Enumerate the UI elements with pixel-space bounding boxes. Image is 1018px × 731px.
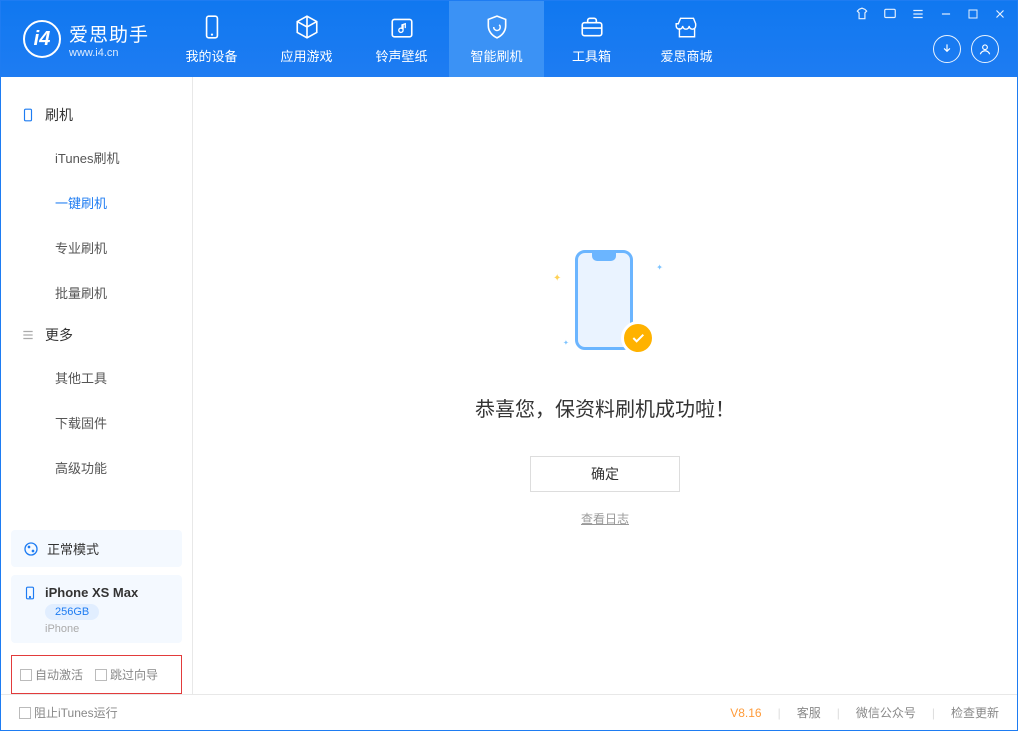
device-card[interactable]: iPhone XS Max 256GB iPhone	[11, 575, 182, 643]
minimize-icon[interactable]	[939, 7, 953, 21]
nav-ringtone-wallpaper[interactable]: 铃声壁纸	[354, 1, 449, 77]
statusbar: 阻止iTunes运行 V8.16 | 客服 | 微信公众号 | 检查更新	[1, 694, 1017, 730]
logo-icon: i4	[23, 20, 61, 58]
navbar: 我的设备 应用游戏 铃声壁纸 智能刷机 工具箱 爱思商城	[164, 1, 734, 77]
toolbox-icon	[579, 14, 605, 40]
nav-smart-flash[interactable]: 智能刷机	[449, 1, 544, 77]
status-card[interactable]: 正常模式	[11, 530, 182, 567]
status-icon	[23, 541, 39, 557]
device-name: iPhone XS Max	[45, 585, 138, 600]
account-button[interactable]	[971, 35, 999, 63]
nav-store[interactable]: 爱思商城	[639, 1, 734, 77]
device-type: iPhone	[45, 623, 170, 635]
window-controls	[855, 7, 1007, 21]
download-button[interactable]	[933, 35, 961, 63]
sparkle-icon: ✦	[553, 273, 561, 284]
check-update-link[interactable]: 检查更新	[951, 704, 999, 721]
logo-area: i4 爱思助手 www.i4.cn	[1, 1, 164, 77]
close-icon[interactable]	[993, 7, 1007, 21]
nav-my-device[interactable]: 我的设备	[164, 1, 259, 77]
checkbox-block-itunes[interactable]: 阻止iTunes运行	[19, 704, 118, 721]
app-url: www.i4.cn	[69, 47, 149, 59]
app-name: 爱思助手	[69, 20, 149, 47]
header-right-circles	[933, 35, 999, 63]
version-label: V8.16	[730, 706, 761, 720]
sidebar-group-more: 更多	[1, 315, 192, 355]
nav-toolbox[interactable]: 工具箱	[544, 1, 639, 77]
checkbox-auto-activate[interactable]: 自动激活	[20, 666, 83, 683]
wechat-link[interactable]: 微信公众号	[856, 704, 916, 721]
music-folder-icon	[389, 14, 415, 40]
sidebar-item-advanced[interactable]: 高级功能	[55, 445, 192, 490]
highlighted-options: 自动激活 跳过向导	[11, 655, 182, 694]
device-icon	[199, 14, 225, 40]
success-illustration: ✦ ✦ ✦	[545, 245, 665, 365]
maximize-icon[interactable]	[967, 8, 979, 20]
device-icon	[23, 586, 37, 600]
feedback-icon[interactable]	[883, 7, 897, 21]
confirm-button[interactable]: 确定	[530, 456, 680, 492]
check-badge-icon	[621, 321, 655, 355]
sidebar-item-pro-flash[interactable]: 专业刷机	[55, 225, 192, 270]
checkbox-skip-guide[interactable]: 跳过向导	[95, 666, 158, 683]
sparkle-icon: ✦	[656, 263, 663, 272]
sidebar-group-flash: 刷机	[1, 95, 192, 135]
sidebar-item-download-firmware[interactable]: 下载固件	[55, 400, 192, 445]
main-content: ✦ ✦ ✦ 恭喜您，保资料刷机成功啦！ 确定 查看日志	[193, 77, 1017, 694]
view-log-link[interactable]: 查看日志	[581, 510, 629, 527]
support-link[interactable]: 客服	[797, 704, 821, 721]
sidebar-item-batch-flash[interactable]: 批量刷机	[55, 270, 192, 315]
nav-apps-games[interactable]: 应用游戏	[259, 1, 354, 77]
list-icon	[21, 328, 35, 342]
device-storage: 256GB	[45, 604, 99, 620]
sidebar-item-itunes-flash[interactable]: iTunes刷机	[55, 135, 192, 180]
shield-refresh-icon	[484, 14, 510, 40]
phone-icon	[21, 108, 35, 122]
cube-icon	[294, 14, 320, 40]
titlebar: i4 爱思助手 www.i4.cn 我的设备 应用游戏 铃声壁纸 智能刷机 工具…	[1, 1, 1017, 77]
skin-icon[interactable]	[855, 7, 869, 21]
menu-icon[interactable]	[911, 7, 925, 21]
sparkle-icon: ✦	[563, 339, 569, 347]
sidebar-item-other-tools[interactable]: 其他工具	[55, 355, 192, 400]
sidebar: 刷机 iTunes刷机 一键刷机 专业刷机 批量刷机 更多 其他工具 下载固件 …	[1, 77, 193, 694]
success-message: 恭喜您，保资料刷机成功啦！	[475, 393, 735, 422]
sidebar-item-oneclick-flash[interactable]: 一键刷机	[55, 180, 192, 225]
store-icon	[674, 14, 700, 40]
